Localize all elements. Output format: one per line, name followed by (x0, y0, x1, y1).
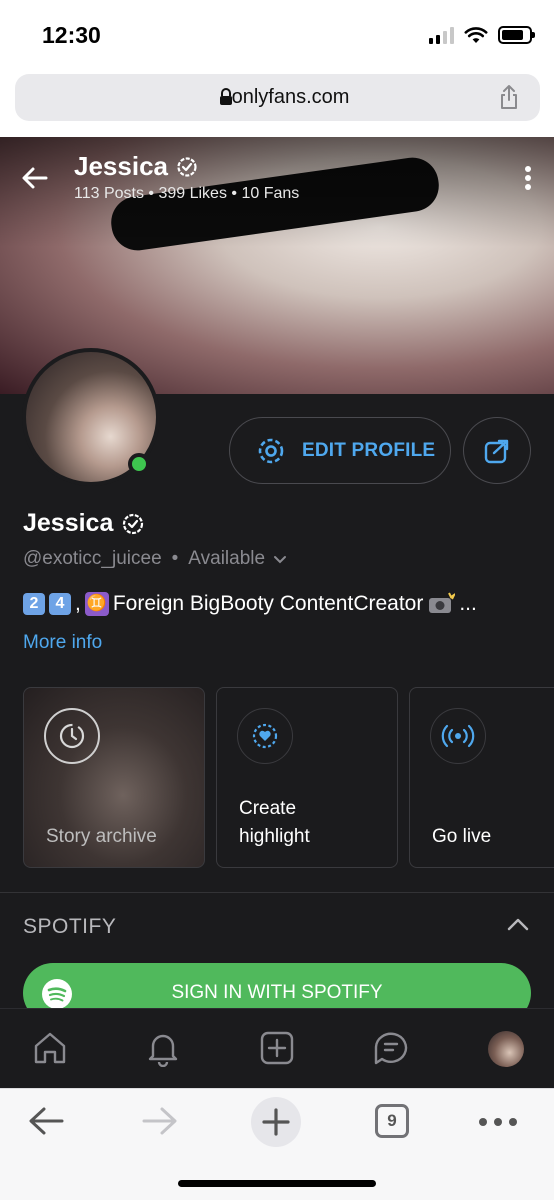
back-icon[interactable] (26, 1103, 66, 1139)
card-label: Story archive (46, 826, 157, 847)
bio-text: 2 4 , ♊ Foreign BigBooty ContentCreator … (23, 592, 477, 616)
verified-badge-icon (123, 513, 144, 534)
back-arrow-icon[interactable] (20, 163, 50, 193)
camera-flash-icon (429, 592, 456, 613)
address-bar[interactable]: onlyfans.com (15, 74, 540, 121)
more-info-link[interactable]: More info (23, 632, 102, 654)
heart-icon-ring (237, 708, 293, 764)
spotify-button-label: SIGN IN WITH SPOTIFY (171, 982, 383, 1003)
bio-body: Foreign BigBooty ContentCreator (112, 592, 424, 615)
availability-dropdown[interactable]: Available (188, 548, 287, 570)
more-options-icon[interactable] (524, 165, 532, 191)
url-text: onlyfans.com (231, 86, 350, 108)
handle-row: @exoticc_juicee • Available (23, 548, 287, 570)
username-handle: @exoticc_juicee (23, 548, 162, 569)
cover-name: Jessica (74, 151, 168, 181)
plus-icon (262, 1108, 290, 1136)
chevron-down-icon (274, 556, 287, 564)
bio-comma: , (75, 592, 81, 615)
gear-icon (258, 438, 284, 463)
cover-title: Jessica (74, 151, 198, 182)
share-icon[interactable] (498, 84, 520, 110)
cover-stats: 113 Posts • 399 Likes • 10 Fans (74, 185, 300, 202)
broadcast-icon-ring (430, 708, 486, 764)
card-label: Create highlight (239, 798, 310, 847)
profile-avatar-nav[interactable] (488, 1031, 524, 1067)
spotify-section-title: SPOTIFY (23, 915, 117, 938)
add-post-icon[interactable] (258, 1029, 296, 1067)
heart-icon (252, 723, 278, 749)
status-time: 12:30 (42, 22, 101, 48)
status-bar: 12:30 (0, 0, 554, 66)
bell-icon[interactable] (144, 1029, 182, 1067)
wifi-icon (464, 27, 488, 43)
bio-ellipsis: ... (459, 592, 477, 615)
create-highlight-card[interactable]: Create highlight (216, 687, 398, 868)
edit-profile-label: EDIT PROFILE (302, 439, 436, 461)
online-status-dot (128, 453, 150, 475)
new-tab-button[interactable] (251, 1097, 301, 1147)
name-row: Jessica (23, 509, 145, 538)
chevron-up-icon[interactable] (507, 917, 529, 931)
display-name: Jessica (23, 509, 114, 537)
availability-label: Available (188, 548, 266, 569)
edit-profile-button[interactable]: EDIT PROFILE (229, 417, 451, 484)
cellular-signal-icon (429, 26, 454, 44)
status-icons (429, 24, 535, 46)
forward-icon[interactable] (140, 1103, 180, 1139)
messages-icon[interactable] (372, 1029, 410, 1067)
home-indicator (178, 1180, 376, 1187)
story-archive-card[interactable]: Story archive (23, 687, 205, 868)
battery-icon (498, 26, 535, 44)
verified-badge-icon (177, 156, 197, 177)
go-live-card[interactable]: Go live (409, 687, 554, 868)
bottom-navigation (0, 1008, 554, 1088)
gemini-icon: ♊ (84, 592, 109, 616)
clock-icon (59, 723, 85, 749)
profile-page: Jessica 113 Posts • 399 Likes • 10 Fans … (0, 137, 554, 1088)
section-divider (0, 892, 554, 893)
separator-dot: • (171, 548, 179, 569)
clock-icon-ring (44, 708, 100, 764)
home-icon[interactable] (31, 1029, 69, 1067)
card-label: Go live (432, 826, 492, 847)
keycap-four-emoji: 4 (49, 593, 71, 615)
share-profile-button[interactable] (463, 417, 531, 484)
keycap-two-emoji: 2 (23, 593, 45, 615)
tabs-button[interactable]: 9 (375, 1104, 409, 1138)
more-menu-icon[interactable] (478, 1117, 518, 1127)
share-arrow-icon (484, 439, 509, 463)
broadcast-icon (441, 724, 475, 748)
